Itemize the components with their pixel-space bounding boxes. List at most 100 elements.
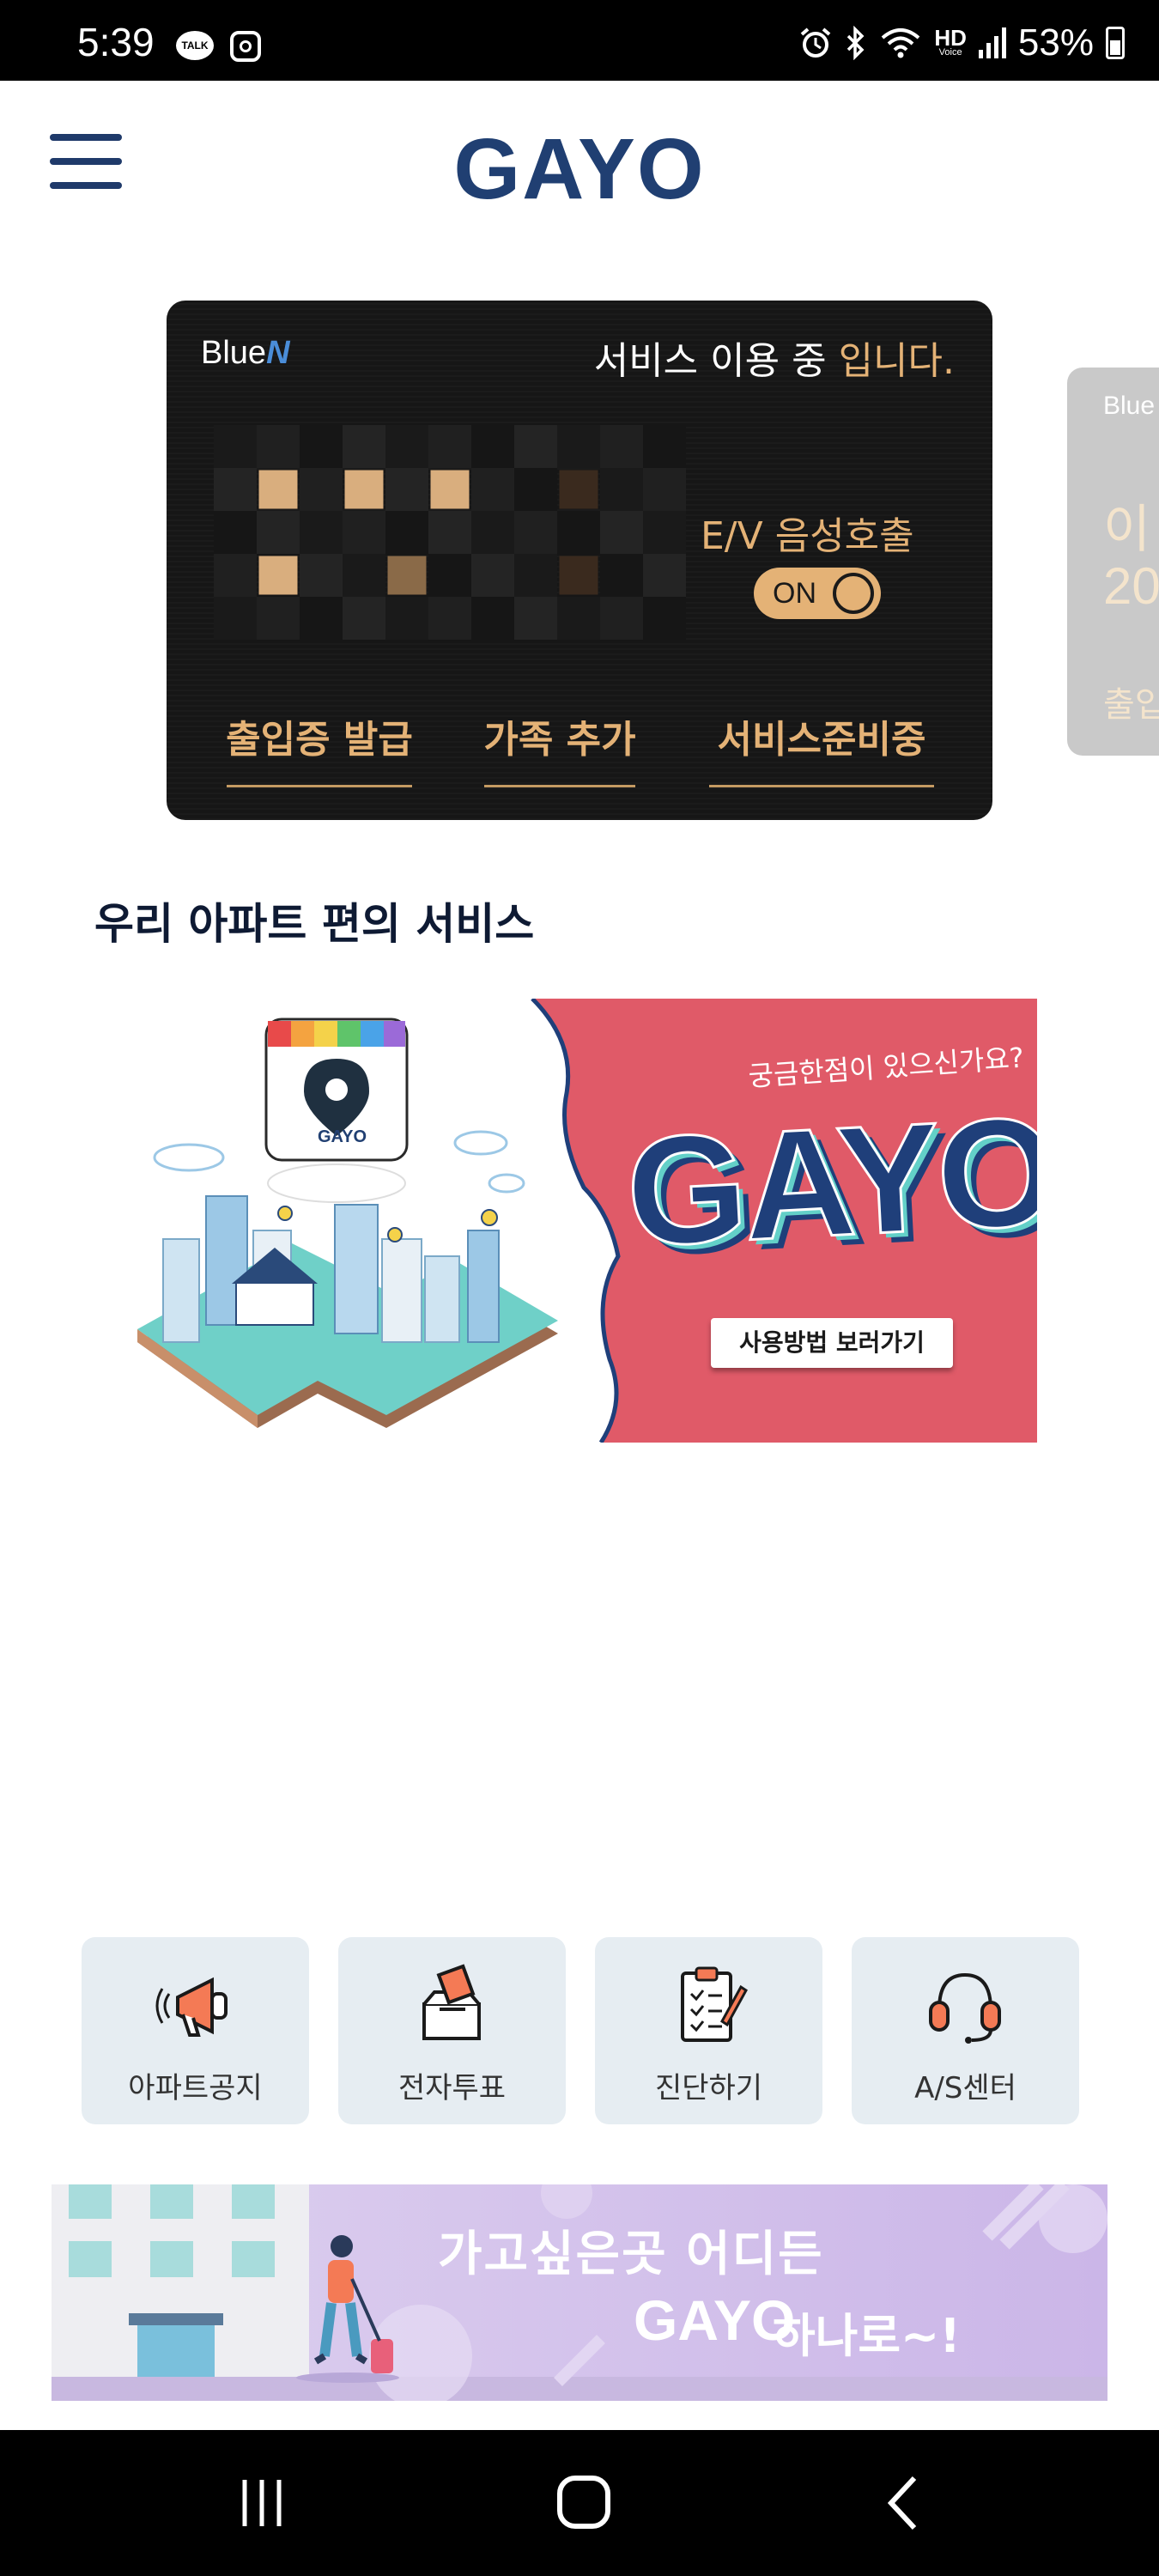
howto-banner[interactable]: GAYO 궁금한점이 있으신가요? GAYO 사용방법 보러가기 xyxy=(129,999,1037,1443)
service-status: 서비스 이용 중 입니다. xyxy=(593,339,955,383)
battery-percent: 53% xyxy=(1017,21,1094,64)
toggle-state: ON xyxy=(773,577,816,610)
issue-pass-button[interactable]: 출입증 발급 xyxy=(206,708,433,787)
service-preparing-button[interactable]: 서비스준비중 xyxy=(689,708,955,787)
pattern-cell xyxy=(428,511,471,554)
quick-menu-label: 아파트공지 xyxy=(128,2071,263,2105)
promo-line-2: 하나로~! xyxy=(773,2309,961,2363)
hd-voice-icon: HD Voice xyxy=(934,25,967,58)
peek-line-2: 20 xyxy=(1103,557,1159,615)
pattern-cell xyxy=(471,554,514,597)
pattern-cell xyxy=(643,597,686,640)
pattern-cell xyxy=(385,468,428,511)
pattern-cell xyxy=(214,554,257,597)
howto-button[interactable]: 사용방법 보러가기 xyxy=(711,1318,953,1368)
pattern-cell xyxy=(257,597,300,640)
pattern-cell xyxy=(514,597,557,640)
pattern-cell xyxy=(257,511,300,554)
pattern-cell xyxy=(214,511,257,554)
pattern-cell xyxy=(300,468,343,511)
pattern-cell xyxy=(258,556,298,595)
service-card[interactable]: BlueN 서비스 이용 중 입니다. E/V 음성호출 ON 출입증 발급 가… xyxy=(167,301,992,820)
kakaotalk-notification-icon: TALK xyxy=(176,31,214,60)
pattern-cell xyxy=(300,511,343,554)
megaphone-icon xyxy=(155,1977,228,2037)
ev-voice-call-toggle[interactable]: ON xyxy=(754,568,881,619)
pattern-cell xyxy=(514,425,557,468)
back-icon[interactable] xyxy=(867,2473,944,2533)
pattern-cell xyxy=(600,554,643,597)
next-card-peek[interactable]: Blue 이 20 출입 xyxy=(1067,368,1159,756)
pattern-cell xyxy=(514,511,557,554)
pattern-cell xyxy=(430,470,470,509)
status-bar: 5:39 TALK HD Voice 53% xyxy=(0,0,1159,81)
pattern-cell xyxy=(600,511,643,554)
pattern-cell xyxy=(471,511,514,554)
pattern-cell xyxy=(559,556,598,595)
pattern-cell xyxy=(387,556,427,595)
pattern-cell xyxy=(559,470,598,509)
pattern-cell xyxy=(643,511,686,554)
peek-line-1: 이 xyxy=(1103,500,1151,560)
headset-icon xyxy=(929,1972,1001,2044)
card-actions: 출입증 발급 가족 추가 서비스준비중 xyxy=(167,708,992,787)
pattern-cell xyxy=(471,425,514,468)
quick-menu-as-center[interactable]: A/S센터 xyxy=(852,1937,1079,2124)
add-family-button[interactable]: 가족 추가 xyxy=(464,708,656,787)
pattern-cell xyxy=(428,425,471,468)
quick-menu-label: 진단하기 xyxy=(654,2071,763,2105)
pattern-cell xyxy=(343,554,385,597)
pattern-cell xyxy=(557,511,600,554)
pattern-cell xyxy=(300,597,343,640)
pattern-cell xyxy=(257,425,300,468)
pattern-cell xyxy=(214,425,257,468)
signal-icon xyxy=(978,27,1006,58)
pattern-cell xyxy=(471,468,514,511)
pattern-cell xyxy=(643,425,686,468)
pattern-cell xyxy=(557,425,600,468)
pattern-cell xyxy=(385,425,428,468)
pattern-cell xyxy=(428,554,471,597)
pattern-cell xyxy=(258,470,298,509)
app-title: GAYO xyxy=(453,121,706,217)
promo-banner[interactable]: 가고싶은곳 어디든 GAYO 하나로~! xyxy=(52,2184,1107,2401)
bluen-logo: BlueN xyxy=(201,335,290,371)
pattern-cell xyxy=(643,554,686,597)
pattern-cell xyxy=(514,468,557,511)
quick-menu-apartment-notice[interactable]: 아파트공지 xyxy=(82,1937,309,2124)
pattern-cell xyxy=(343,511,385,554)
pattern-cell xyxy=(428,597,471,640)
pattern-cell xyxy=(471,597,514,640)
pattern-cell xyxy=(343,425,385,468)
pattern-cell xyxy=(300,425,343,468)
ev-voice-call-label: E/V 음성호출 xyxy=(701,514,914,558)
wifi-icon xyxy=(882,28,920,58)
quick-menu-label: 전자투표 xyxy=(397,2071,507,2105)
pattern-cell xyxy=(214,597,257,640)
promo-brand: GAYO xyxy=(634,2288,796,2352)
banner-brand: GAYO xyxy=(622,1084,1037,1281)
peek-logo: Blue xyxy=(1103,392,1156,420)
pattern-cell xyxy=(214,468,257,511)
home-icon[interactable] xyxy=(545,2473,622,2533)
pattern-cell xyxy=(514,554,557,597)
pattern-cell xyxy=(343,597,385,640)
ballot-box-icon xyxy=(422,1964,481,2040)
system-nav-bar xyxy=(0,2430,1159,2576)
pattern-cell xyxy=(385,511,428,554)
pattern-cell xyxy=(600,425,643,468)
status-time: 5:39 xyxy=(77,20,155,64)
clipboard-checklist-icon xyxy=(681,1966,748,2042)
quick-menu-e-voting[interactable]: 전자투표 xyxy=(338,1937,566,2124)
peek-line-3: 출입 xyxy=(1103,685,1159,725)
pattern-cell xyxy=(344,470,384,509)
recent-apps-icon[interactable] xyxy=(223,2473,300,2533)
quick-menu-label: A/S센터 xyxy=(914,2071,1016,2105)
pattern-cell xyxy=(300,554,343,597)
app-icon-label: GAYO xyxy=(318,1127,367,1146)
quick-menu-diagnosis[interactable]: 진단하기 xyxy=(595,1937,822,2124)
alarm-icon xyxy=(801,27,831,58)
toggle-knob xyxy=(833,573,874,614)
promo-line-1: 가고싶은곳 어디든 xyxy=(438,2227,824,2282)
bluetooth-icon xyxy=(847,26,865,60)
